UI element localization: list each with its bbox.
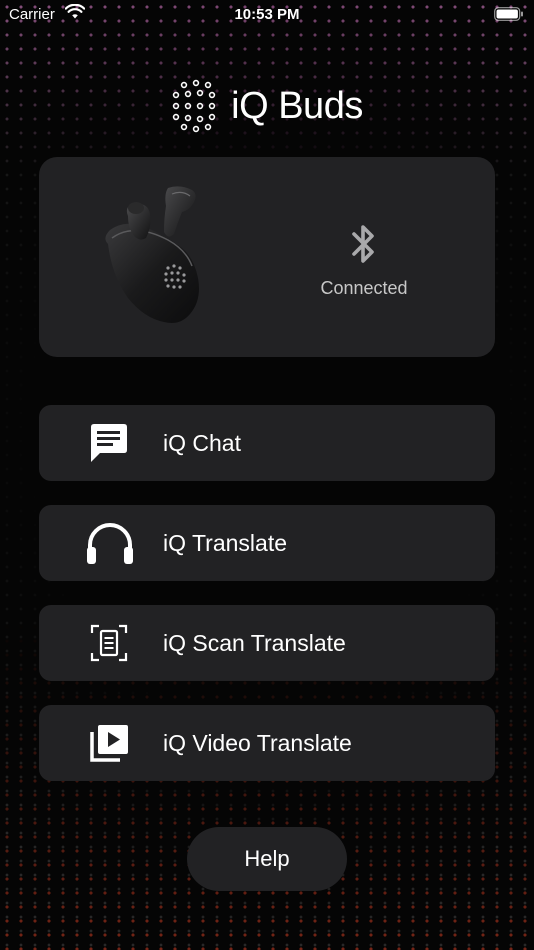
iq-scan-translate-label: iQ Scan Translate	[163, 630, 346, 656]
earbuds-case-image	[94, 182, 214, 335]
help-button[interactable]: Help	[187, 827, 347, 891]
iq-translate-button[interactable]: iQ Translate	[39, 505, 495, 581]
iq-video-translate-label: iQ Video Translate	[163, 730, 352, 756]
iq-chat-button[interactable]: iQ Chat	[39, 405, 495, 481]
iq-scan-translate-button[interactable]: iQ Scan Translate	[39, 605, 495, 681]
bluetooth-icon	[352, 225, 374, 263]
iq-translate-label: iQ Translate	[163, 530, 287, 556]
bluetooth-status: Connected	[301, 221, 427, 299]
document-scan-icon	[89, 623, 129, 663]
video-library-icon	[89, 723, 129, 763]
headphones-icon	[87, 523, 133, 564]
clock: 10:53 PM	[234, 6, 300, 23]
chat-bubble-icon	[89, 423, 129, 463]
dot-grid-logo-icon	[172, 79, 216, 133]
device-status-card[interactable]: Connected	[39, 157, 495, 357]
iq-chat-label: iQ Chat	[163, 430, 241, 456]
status-bar: Carrier 10:53 PM	[0, 0, 534, 28]
app-logo: iQ Buds	[0, 78, 534, 134]
connection-status-label: Connected	[320, 278, 408, 298]
logo-text: iQ Buds	[231, 84, 363, 127]
iq-video-translate-button[interactable]: iQ Video Translate	[39, 705, 495, 781]
battery-icon	[494, 7, 524, 25]
